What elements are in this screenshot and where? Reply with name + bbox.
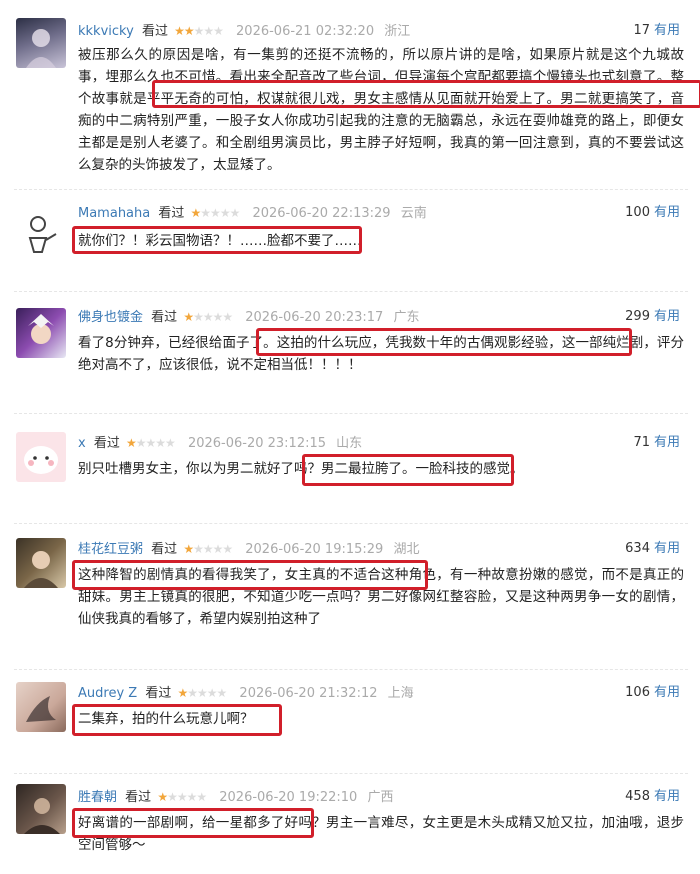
rating-stars: ★★★★★ xyxy=(126,436,176,450)
username-link[interactable]: Audrey Z xyxy=(78,686,137,701)
useful-votes[interactable]: 458 有用 xyxy=(625,788,680,806)
comment-time: 2026-06-20 19:22:10 xyxy=(219,790,358,805)
comment-time: 2026-06-20 23:12:15 xyxy=(187,436,327,451)
username-link[interactable]: 胜春朝 xyxy=(78,790,117,805)
vote-count: 71 xyxy=(633,435,650,450)
username-link[interactable]: kkkvicky xyxy=(78,24,134,39)
comment-location: 广西 xyxy=(367,790,394,805)
vote-count: 299 xyxy=(625,309,650,324)
avatar[interactable] xyxy=(16,18,66,68)
comment-location: 浙江 xyxy=(384,24,411,39)
comment-text: 这种降智的剧情真的看得我笑了，女主真的不适合这种角色，有一种故意扮嫩的感觉，而不… xyxy=(78,567,684,627)
comment-header: Mamahaha 看过 ★★★★★ 2026-06-20 22:13:29 云南… xyxy=(78,204,680,222)
avatar[interactable] xyxy=(16,538,66,588)
comment-header: 胜春朝 看过 ★★★★★ 2026-06-20 19:22:10 广西 458 有… xyxy=(78,788,680,806)
useful-votes[interactable]: 100 有用 xyxy=(625,204,680,222)
comment-text: 二集弃，拍的什么玩意儿啊？ xyxy=(78,711,254,727)
rating-stars: ★★★★★ xyxy=(183,310,233,324)
comment-item: Mamahaha 看过 ★★★★★ 2026-06-20 22:13:29 云南… xyxy=(14,190,688,292)
watched-label: 看过 xyxy=(158,206,185,221)
useful-votes[interactable]: 71 有用 xyxy=(633,434,680,452)
comment-time: 2026-06-20 20:23:17 xyxy=(245,310,384,325)
comment-text: 好离谱的一部剧啊，给一星都多了好吗？男主一言难尽，女主更是木头成精又尬又拉，加油… xyxy=(78,815,684,853)
comment-text: 别只吐槽男女主，你以为男二就好了吗？男二最拉胯了。一脸科技的感觉。 xyxy=(78,461,524,477)
avatar-image-icon xyxy=(26,29,56,68)
comment-text: 看了8分钟弃，已经很给面子了。这拍的什么玩应，凭我数十年的古偶观影经验，这一部纯… xyxy=(78,335,684,373)
avatar[interactable] xyxy=(16,784,66,834)
useful-button[interactable]: 有用 xyxy=(654,309,680,324)
comment-item: 佛身也镀金 看过 ★★★★★ 2026-06-20 20:23:17 广东 29… xyxy=(14,292,688,414)
comment-time: 2026-06-21 02:32:20 xyxy=(236,24,375,39)
useful-button[interactable]: 有用 xyxy=(654,541,680,556)
avatar-image-icon xyxy=(28,216,57,253)
avatar[interactable] xyxy=(16,432,66,482)
vote-count: 106 xyxy=(625,685,650,700)
useful-votes[interactable]: 634 有用 xyxy=(625,540,680,558)
watched-label: 看过 xyxy=(125,790,152,805)
vote-count: 100 xyxy=(625,205,650,220)
comment-header: 佛身也镀金 看过 ★★★★★ 2026-06-20 20:23:17 广东 29… xyxy=(78,308,680,326)
rating-stars: ★★★★★ xyxy=(183,542,233,556)
useful-button[interactable]: 有用 xyxy=(654,789,680,804)
avatar-image-icon xyxy=(24,798,60,834)
comment-location: 云南 xyxy=(400,206,427,221)
avatar[interactable] xyxy=(16,208,66,258)
comment-item: Audrey Z 看过 ★★★★★ 2026-06-20 21:32:12 上海… xyxy=(14,670,688,774)
useful-button[interactable]: 有用 xyxy=(654,205,680,220)
comment-header: Audrey Z 看过 ★★★★★ 2026-06-20 21:32:12 上海… xyxy=(78,684,680,702)
useful-button[interactable]: 有用 xyxy=(654,435,680,450)
vote-count: 17 xyxy=(633,23,650,38)
useful-votes[interactable]: 106 有用 xyxy=(625,684,680,702)
watched-label: 看过 xyxy=(151,542,178,557)
comment-time: 2026-06-20 21:32:12 xyxy=(239,686,378,701)
comment-location: 广东 xyxy=(393,310,420,325)
username-link[interactable]: 桂花红豆粥 xyxy=(78,542,143,557)
rating-stars: ★★★★★ xyxy=(190,206,241,220)
rating-stars: ★★★★★ xyxy=(157,790,207,804)
vote-count: 634 xyxy=(625,541,650,556)
rating-stars: ★★★★★ xyxy=(174,24,224,38)
username-link[interactable]: x xyxy=(78,436,86,451)
username-link[interactable]: 佛身也镀金 xyxy=(78,310,143,325)
comment-location: 山东 xyxy=(336,436,363,451)
rating-stars: ★★★★★ xyxy=(177,686,227,700)
comment-item: 桂花红豆粥 看过 ★★★★★ 2026-06-20 19:15:29 湖北 63… xyxy=(14,524,688,670)
useful-votes[interactable]: 299 有用 xyxy=(625,308,680,326)
watched-label: 看过 xyxy=(151,310,178,325)
watched-label: 看过 xyxy=(145,686,172,701)
comment-list: kkkvicky 看过 ★★★★★ 2026-06-21 02:32:20 浙江… xyxy=(0,0,700,874)
comment-header: x 看过 ★★★★★ 2026-06-20 23:12:15 山东 71 有用 xyxy=(78,434,680,452)
avatar[interactable] xyxy=(16,682,66,732)
comment-text: 被压那么久的原因是啥，有一集剪的还挺不流畅的，所以原片讲的是啥，如果原片就是这个… xyxy=(78,47,684,173)
comment-time: 2026-06-20 22:13:29 xyxy=(252,206,391,221)
comment-item: 胜春朝 看过 ★★★★★ 2026-06-20 19:22:10 广西 458 有… xyxy=(14,774,688,874)
comment-header: kkkvicky 看过 ★★★★★ 2026-06-21 02:32:20 浙江… xyxy=(78,22,680,40)
useful-button[interactable]: 有用 xyxy=(654,685,680,700)
comment-location: 上海 xyxy=(387,686,414,701)
avatar-image-icon xyxy=(28,314,54,344)
comment-header: 桂花红豆粥 看过 ★★★★★ 2026-06-20 19:15:29 湖北 63… xyxy=(78,540,680,558)
watched-label: 看过 xyxy=(141,24,168,39)
useful-button[interactable]: 有用 xyxy=(654,23,680,38)
comment-location: 湖北 xyxy=(393,542,420,557)
vote-count: 458 xyxy=(625,789,650,804)
avatar-image-icon xyxy=(24,551,58,588)
comment-time: 2026-06-20 19:15:29 xyxy=(245,542,384,557)
username-link[interactable]: Mamahaha xyxy=(78,206,150,221)
avatar[interactable] xyxy=(16,308,66,358)
avatar-image-icon xyxy=(24,446,58,474)
useful-votes[interactable]: 17 有用 xyxy=(633,22,680,40)
comment-text: 就你们？！彩云国物语？！……脸都不要了…… xyxy=(78,233,362,249)
comment-item: x 看过 ★★★★★ 2026-06-20 23:12:15 山东 71 有用 别… xyxy=(14,414,688,524)
comment-item: kkkvicky 看过 ★★★★★ 2026-06-21 02:32:20 浙江… xyxy=(14,0,700,190)
watched-label: 看过 xyxy=(93,436,120,451)
avatar-image-icon xyxy=(26,696,56,722)
